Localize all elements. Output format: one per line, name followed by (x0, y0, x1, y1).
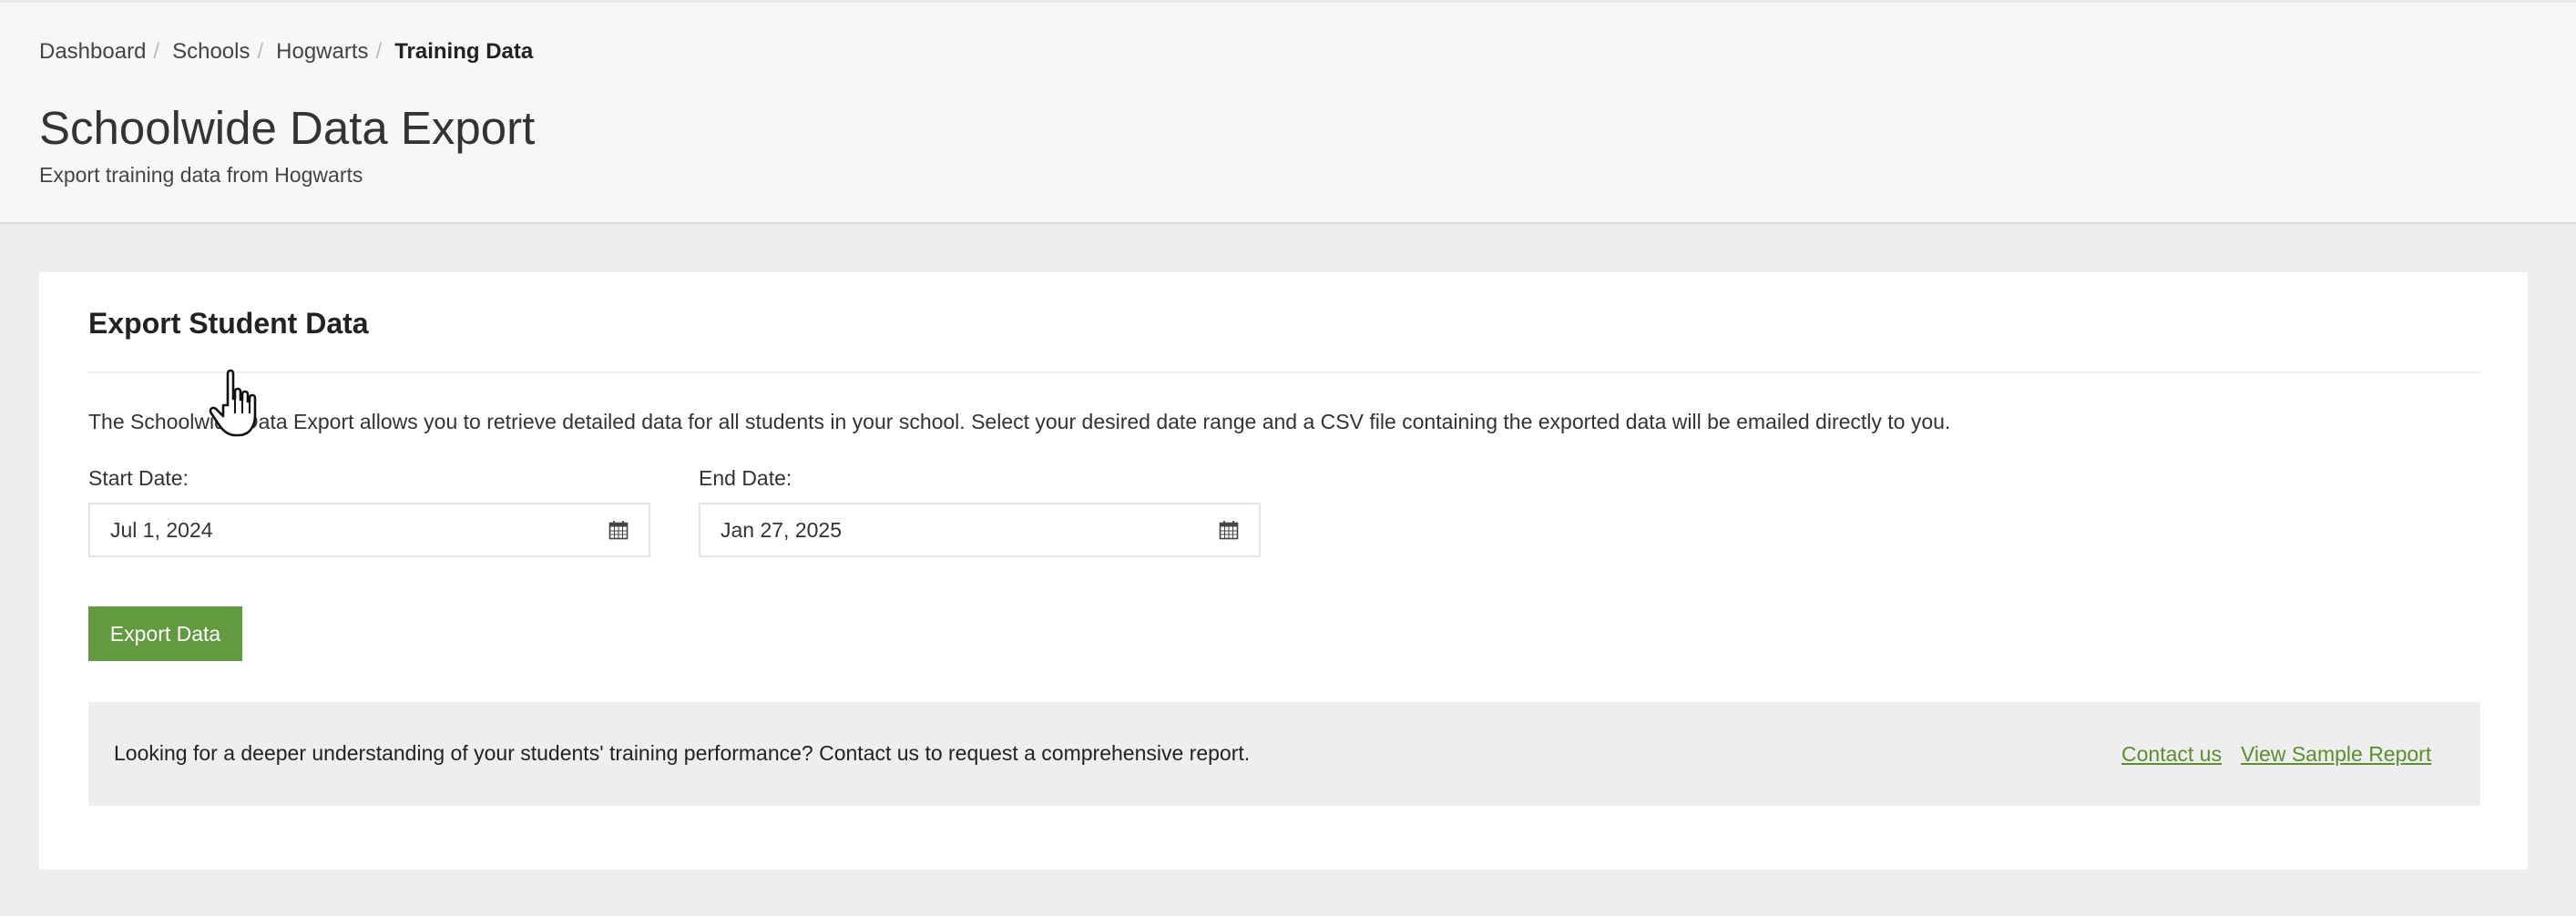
breadcrumb: Dashboard / Schools / Hogwarts / Trainin… (39, 39, 533, 65)
panel-title: Export Student Data (88, 307, 369, 340)
breadcrumb-dashboard[interactable]: Dashboard (39, 39, 146, 65)
end-date-value: Jan 27, 2025 (721, 517, 843, 542)
contact-us-link[interactable]: Contact us (2121, 742, 2222, 767)
end-date-label: End Date: (699, 466, 792, 490)
calendar-icon[interactable] (1219, 520, 1239, 540)
page-title: Schoolwide Data Export (39, 102, 536, 154)
view-sample-report-link[interactable]: View Sample Report (2241, 742, 2431, 767)
start-date-label: Start Date: (88, 466, 189, 490)
breadcrumb-separator: / (375, 39, 383, 64)
start-date-input[interactable]: Jul 1, 2024 (88, 503, 650, 557)
panel-description: The Schoolwide Data Export allows you to… (88, 410, 1951, 433)
end-date-input[interactable]: Jan 27, 2025 (699, 503, 1261, 557)
breadcrumb-separator: / (257, 39, 264, 64)
breadcrumb-separator: / (153, 39, 160, 64)
calendar-icon[interactable] (608, 520, 629, 540)
page-header: Dashboard / Schools / Hogwarts / Trainin… (0, 0, 2576, 224)
breadcrumb-hogwarts[interactable]: Hogwarts (276, 39, 368, 65)
breadcrumb-schools[interactable]: Schools (172, 39, 250, 65)
hand-pointer-cursor-icon (209, 369, 257, 437)
start-date-value: Jul 1, 2024 (110, 517, 213, 542)
report-promo-banner: Looking for a deeper understanding of yo… (88, 702, 2480, 806)
page-subtitle: Export training data from Hogwarts (39, 163, 363, 187)
export-panel: Export Student Data The Schoolwide Data … (39, 272, 2528, 870)
panel-divider (88, 371, 2480, 373)
breadcrumb-current: Training Data (394, 39, 534, 64)
promo-text: Looking for a deeper understanding of yo… (114, 741, 1251, 765)
export-data-button[interactable]: Export Data (88, 606, 242, 661)
